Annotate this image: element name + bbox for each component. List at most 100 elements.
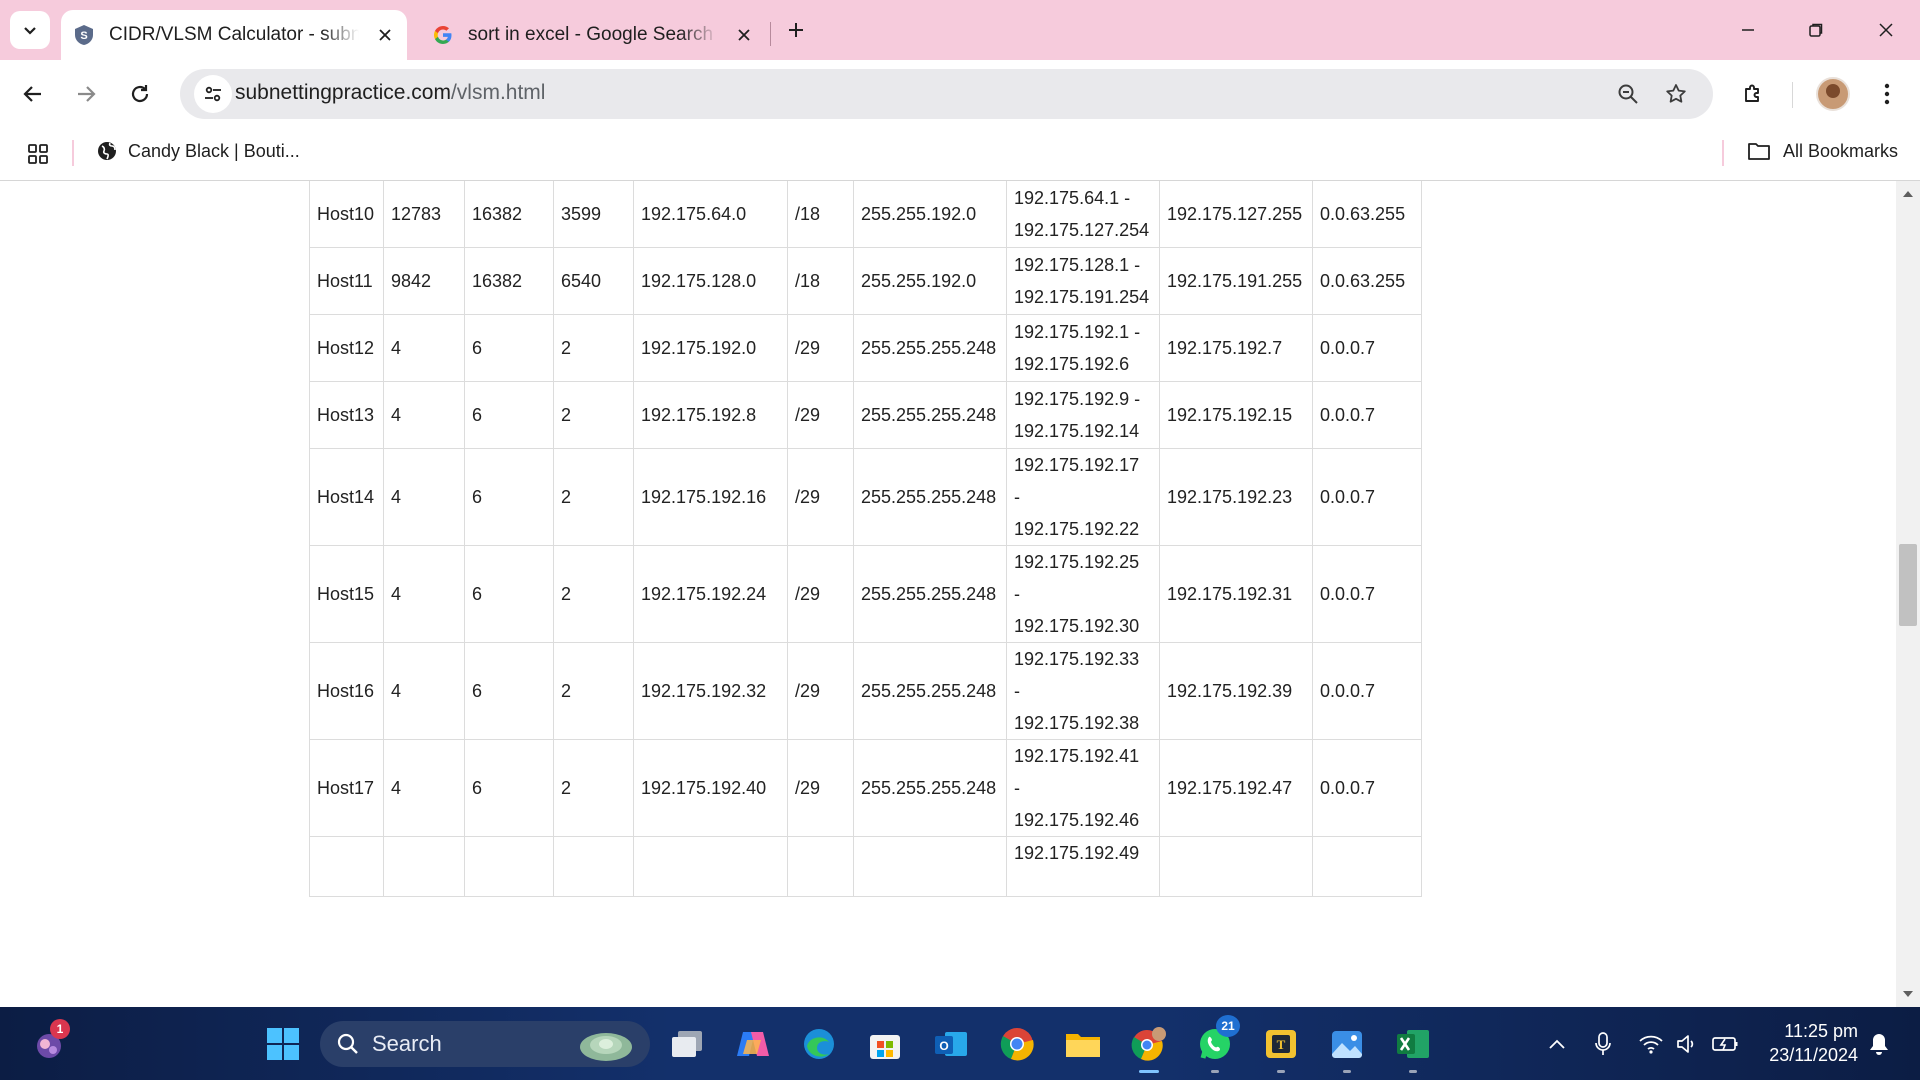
- bookmark-separator: [1722, 140, 1724, 166]
- network-address-cell: 192.175.64.0: [633, 181, 788, 248]
- store-button[interactable]: [862, 1021, 908, 1067]
- range-line: 192.175.192.14: [1014, 421, 1140, 441]
- tab-search-button[interactable]: [10, 11, 50, 49]
- app-button[interactable]: T: [1258, 1021, 1304, 1073]
- needed-size-cell: 9842: [383, 247, 465, 315]
- range-line: 192.175.192.38: [1014, 713, 1140, 733]
- edge-button[interactable]: [796, 1021, 842, 1067]
- range-line: -: [1014, 778, 1020, 798]
- notification-badge: 1: [50, 1019, 70, 1039]
- edge-icon: [804, 1029, 834, 1059]
- volume-button[interactable]: [1672, 1027, 1702, 1061]
- assignable-range-cell: 192.175.192.49: [1006, 836, 1160, 897]
- copilot-button[interactable]: [730, 1021, 776, 1067]
- battery-button[interactable]: [1710, 1027, 1740, 1061]
- whatsapp-button[interactable]: 21: [1192, 1015, 1240, 1073]
- excel-button[interactable]: [1390, 1021, 1436, 1073]
- close-window-button[interactable]: [1862, 10, 1910, 50]
- host-name-cell: Host16: [309, 642, 384, 740]
- bookmarks-bar: Candy Black | Bouti... All Bookmarks: [0, 128, 1920, 181]
- taskbar-clock[interactable]: 11:25 pm 23/11/2024: [1758, 1019, 1858, 1067]
- cidr-cell: /29: [787, 545, 854, 643]
- apps-button[interactable]: [26, 142, 50, 171]
- assignable-range-cell: 192.175.192.9 - 192.175.192.14: [1006, 381, 1160, 449]
- page-content: Host10 12783 16382 3599 192.175.64.0/18 255.2…: [0, 181, 1896, 1007]
- range-line: 192.175.192.33: [1014, 649, 1140, 669]
- start-button[interactable]: [260, 1021, 306, 1067]
- broadcast-cell: 192.175.192.47: [1159, 739, 1313, 837]
- cidr-cell: /29: [787, 448, 854, 546]
- outlook-icon: O: [935, 1032, 967, 1056]
- url-path: /vlsm.html: [450, 81, 546, 104]
- zoom-icon[interactable]: [1614, 80, 1642, 108]
- assignable-range-cell: 192.175.128.1 - 192.175.191.254: [1006, 247, 1160, 315]
- table-row: Host12 4 6 2 192.175.192.0/29 255.255.255.248…: [309, 314, 1422, 382]
- unused-cell: 2: [553, 448, 634, 546]
- reload-button[interactable]: [121, 75, 159, 113]
- restore-button[interactable]: [1792, 10, 1840, 50]
- scroll-down-arrow-icon[interactable]: [1903, 991, 1913, 997]
- outlook-button[interactable]: O: [928, 1021, 974, 1067]
- more-vert-icon: [1884, 83, 1890, 105]
- photos-button[interactable]: [1324, 1021, 1370, 1073]
- chevron-up-icon: [1549, 1039, 1565, 1049]
- site-info-button[interactable]: [194, 75, 232, 113]
- all-bookmarks-button[interactable]: All Bookmarks: [1747, 140, 1898, 162]
- bookmark-star-icon[interactable]: [1662, 80, 1690, 108]
- allocated-size-cell: 6: [464, 739, 554, 837]
- range-line: 192.175.192.9 -: [1014, 389, 1141, 409]
- taskbar-search-box[interactable]: Search: [320, 1021, 650, 1067]
- scrollbar-thumb[interactable]: [1899, 544, 1917, 626]
- globe-icon: [98, 142, 116, 160]
- network-address-cell: [633, 836, 788, 897]
- svg-text:T: T: [1277, 1037, 1286, 1052]
- show-hidden-icons-button[interactable]: [1542, 1027, 1572, 1061]
- unused-cell: 2: [553, 642, 634, 740]
- tab-google-search[interactable]: sort in excel - Google Search: [420, 10, 766, 60]
- new-tab-button[interactable]: [780, 14, 812, 46]
- host-name-cell: Host14: [309, 448, 384, 546]
- notifications-button[interactable]: [1864, 1027, 1894, 1061]
- host-name-cell: Host10: [309, 181, 384, 248]
- close-tab-icon[interactable]: [373, 23, 397, 47]
- assignable-range-cell: 192.175.192.41 - 192.175.192.46: [1006, 739, 1160, 837]
- widgets-button[interactable]: 1: [26, 1019, 72, 1067]
- toolbar-divider: [1792, 82, 1793, 108]
- network-address-cell: 192.175.192.8: [633, 381, 788, 449]
- file-explorer-button[interactable]: [1060, 1021, 1106, 1067]
- menu-button[interactable]: [1868, 75, 1906, 113]
- assignable-range-cell: 192.175.192.33 - 192.175.192.38: [1006, 642, 1160, 740]
- search-icon: [337, 1033, 358, 1054]
- page-scrollbar[interactable]: [1896, 181, 1920, 1007]
- reload-icon: [131, 85, 149, 103]
- broadcast-cell: 192.175.127.255: [1159, 181, 1313, 248]
- restore-icon: [1809, 23, 1823, 37]
- subnet-mask-cell: 255.255.255.248: [853, 314, 1007, 382]
- minimize-button[interactable]: [1724, 10, 1772, 50]
- arrow-left-icon: [23, 86, 41, 102]
- unused-cell: 2: [553, 739, 634, 837]
- tab-vlsm-calculator[interactable]: S CIDR/VLSM Calculator - subnetti: [61, 10, 407, 60]
- host-name-cell: Host12: [309, 314, 384, 382]
- url-text[interactable]: subnettingpractice.com/vlsm.html: [235, 81, 545, 105]
- wildcard-mask-cell: [1312, 836, 1422, 897]
- profile-button[interactable]: [1814, 75, 1852, 113]
- extensions-button[interactable]: [1734, 75, 1772, 113]
- wildcard-mask-cell: 0.0.0.7: [1312, 314, 1422, 382]
- subnet-mask-cell: 255.255.255.248: [853, 545, 1007, 643]
- forward-button[interactable]: [67, 75, 105, 113]
- assignable-range-cell: 192.175.192.1 - 192.175.192.6: [1006, 314, 1160, 382]
- wifi-button[interactable]: [1636, 1027, 1666, 1061]
- network-address-cell: 192.175.192.16: [633, 448, 788, 546]
- chrome-profile-button[interactable]: [1126, 1021, 1172, 1073]
- address-bar[interactable]: subnettingpractice.com/vlsm.html: [180, 69, 1713, 119]
- task-view-button[interactable]: [664, 1021, 710, 1067]
- chevron-down-icon: [24, 27, 36, 35]
- close-tab-icon[interactable]: [732, 23, 756, 47]
- chrome-button[interactable]: [994, 1021, 1040, 1067]
- scroll-up-arrow-icon[interactable]: [1903, 191, 1913, 197]
- bookmark-candy-black[interactable]: Candy Black | Bouti...: [96, 140, 300, 162]
- back-button[interactable]: [14, 75, 52, 113]
- microphone-button[interactable]: [1588, 1027, 1618, 1061]
- range-line: -: [1014, 584, 1020, 604]
